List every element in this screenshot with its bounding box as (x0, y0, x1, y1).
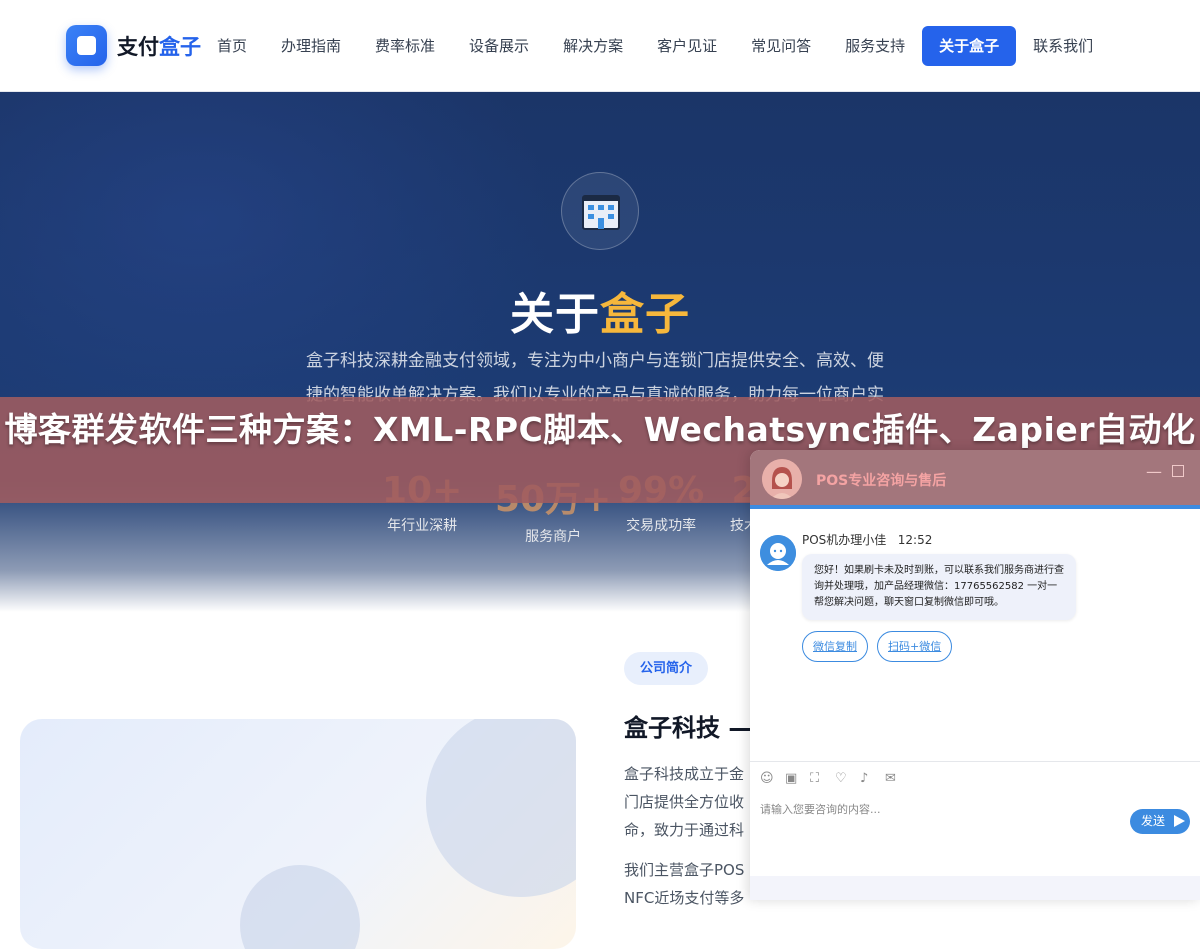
emoji-icon[interactable]: ☺ (760, 770, 785, 788)
intro-paragraph: 盒子科技成立于金 门店提供全方位收 命，致力于通过科 (624, 765, 745, 839)
section-tag: 公司简介 (624, 652, 709, 685)
chat-input[interactable]: 请输入您要咨询的内容... (760, 801, 881, 817)
chat-toolbar: ☺ ▣ ⛶ ♡ ♪ ✉ (760, 770, 910, 788)
chat-header: POS专业咨询与售后 — (750, 450, 1200, 505)
quick-reply-copy-wechat[interactable]: 微信复制 (802, 631, 868, 662)
agent-avatar-icon (760, 535, 796, 571)
decor-circle (240, 865, 360, 949)
section-title: 盒子科技 — (624, 714, 753, 742)
nav-item-faq[interactable]: 常见问答 (734, 26, 828, 66)
page-title: 关于盒子 (510, 289, 690, 340)
site-header: 支付盒子 首页 办理指南 费率标准 设备展示 解决方案 客户见证 常见问答 服务… (0, 0, 1200, 92)
maximize-icon[interactable] (1172, 465, 1184, 477)
sound-icon[interactable]: ♪ (860, 770, 885, 788)
site-logo[interactable]: 支付盒子 (66, 25, 201, 66)
logo-text: 支付盒子 (117, 34, 201, 59)
nav-item-contact[interactable]: 联系我们 (1016, 26, 1110, 66)
nav-item-solutions[interactable]: 解决方案 (546, 26, 640, 66)
minimize-icon[interactable]: — (1146, 462, 1162, 481)
send-icon (1174, 815, 1185, 827)
send-button[interactable]: 发送 (1130, 809, 1190, 834)
wechat-icon[interactable]: ✉ (885, 770, 910, 788)
divider (750, 761, 1200, 762)
nav-item-rates[interactable]: 费率标准 (358, 26, 452, 66)
chat-title: POS专业咨询与售后 (816, 473, 947, 489)
message-bubble: 您好！如果刷卡未及时到账，可以联系我们服务商进行查询并处理哦，加产品经理微信：1… (802, 554, 1076, 620)
chat-widget: POS专业咨询与售后 — POS机办理小佳 12:52 您好！如果刷卡未及时到账… (750, 450, 1200, 900)
main-nav: 首页 办理指南 费率标准 设备展示 解决方案 客户见证 常见问答 服务支持 关于… (200, 26, 1110, 66)
article-title: 博客群发软件三种方案：XML-RPC脚本、Wechatsync插件、Zapier… (4, 410, 1196, 449)
agent-avatar-icon (762, 459, 802, 499)
message-time: 12:52 (897, 533, 933, 547)
agent-name: POS机办理小佳 12:52 (802, 533, 933, 547)
quick-reply-scan-wechat[interactable]: 扫码+微信 (877, 631, 953, 662)
screenshot-icon[interactable]: ⛶ (810, 770, 835, 788)
logo-icon (66, 25, 107, 66)
nav-item-guide[interactable]: 办理指南 (264, 26, 358, 66)
decor-circle (426, 719, 576, 897)
about-image-card (20, 719, 576, 949)
nav-item-home[interactable]: 首页 (200, 26, 264, 66)
chat-footer (750, 876, 1200, 900)
nav-item-devices[interactable]: 设备展示 (452, 26, 546, 66)
nav-item-testimonials[interactable]: 客户见证 (640, 26, 734, 66)
nav-item-support[interactable]: 服务支持 (828, 26, 922, 66)
nav-item-about[interactable]: 关于盒子 (922, 26, 1017, 66)
building-icon (561, 172, 639, 250)
intro-paragraph: 我们主营盒子POS NFC近场支付等多 (624, 861, 745, 907)
chat-header-accent (750, 505, 1200, 509)
image-icon[interactable]: ▣ (785, 770, 810, 788)
rate-icon[interactable]: ♡ (835, 770, 860, 788)
